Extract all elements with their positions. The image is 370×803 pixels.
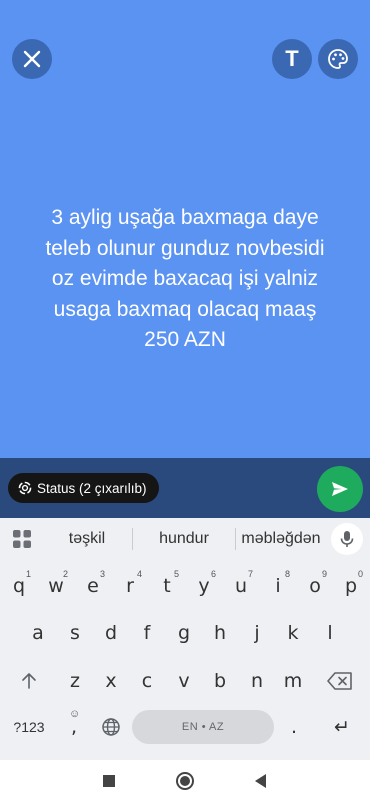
- key-d[interactable]: d: [93, 615, 129, 651]
- key-l[interactable]: l: [312, 615, 348, 651]
- shift-arrow-icon: [22, 673, 36, 689]
- recent-apps-button[interactable]: [97, 769, 121, 793]
- status-canvas[interactable]: T 3 aylig uşağa baxmaga daye teleb olunu…: [0, 0, 370, 458]
- key-h[interactable]: h: [202, 615, 238, 651]
- key-b[interactable]: b: [202, 663, 238, 699]
- globe-icon: [102, 718, 120, 736]
- key-u[interactable]: 7u: [223, 568, 259, 604]
- key-label: t: [163, 575, 171, 597]
- status-text-line: 3 aylig uşağa baxmaga daye: [51, 206, 319, 229]
- home-button[interactable]: [173, 769, 197, 793]
- key-o[interactable]: 9o: [297, 568, 333, 604]
- status-text-line: oz evimde baxacaq işi yalniz: [51, 267, 319, 290]
- key-e[interactable]: 3e: [75, 568, 111, 604]
- status-text-line: 250 AZN: [144, 328, 226, 351]
- key-g[interactable]: g: [166, 615, 202, 651]
- key-r[interactable]: 4r: [112, 568, 148, 604]
- key-hint: 1: [25, 569, 31, 579]
- key-label: r: [126, 575, 134, 597]
- key-label: u: [234, 575, 248, 597]
- square-icon: [103, 775, 115, 787]
- close-button[interactable]: [12, 39, 52, 79]
- suggestion-strip: təşkil hundur məbləğdən: [0, 518, 370, 560]
- symbols-key[interactable]: ?123: [6, 710, 52, 744]
- backspace-icon: [327, 672, 352, 690]
- audience-bar: Status (2 çıxarılıb): [0, 458, 370, 518]
- key-q[interactable]: 1q: [1, 568, 37, 604]
- key-label: e: [87, 575, 99, 597]
- status-text-line: usaga baxmaq olacaq maaş: [53, 297, 317, 321]
- key-x[interactable]: x: [93, 663, 129, 699]
- key-z[interactable]: z: [57, 663, 93, 699]
- status-audience-chip[interactable]: Status (2 çıxarılıb): [8, 473, 159, 503]
- shift-key[interactable]: [10, 663, 48, 699]
- space-label: EN • AZ: [181, 721, 225, 733]
- comma-key[interactable]: ☺,: [57, 708, 91, 744]
- language-key[interactable]: [94, 710, 128, 744]
- suggestion-item[interactable]: hundur: [133, 518, 235, 560]
- key-j[interactable]: j: [239, 615, 275, 651]
- period-key[interactable]: .: [280, 710, 308, 744]
- key-a[interactable]: a: [20, 615, 56, 651]
- key-v[interactable]: v: [166, 663, 202, 699]
- text-style-label: T: [285, 46, 299, 71]
- key-w[interactable]: 2w: [38, 568, 74, 604]
- status-ring-icon: [18, 481, 32, 495]
- key-hint: 6: [210, 569, 216, 579]
- key-hint: 9: [321, 569, 327, 579]
- key-hint: 3: [99, 569, 105, 579]
- send-button[interactable]: [317, 466, 363, 512]
- key-f[interactable]: f: [129, 615, 165, 651]
- key-label: y: [198, 575, 210, 597]
- home-circle-icon: [176, 772, 194, 790]
- suggestion-item[interactable]: məbləğdən: [236, 518, 326, 560]
- key-hint: 2: [62, 569, 68, 579]
- backspace-key[interactable]: [320, 663, 360, 699]
- key-m[interactable]: m: [275, 663, 311, 699]
- key-k[interactable]: k: [275, 615, 311, 651]
- back-triangle-icon: [255, 774, 266, 788]
- key-s[interactable]: s: [57, 615, 93, 651]
- apps-grid-icon[interactable]: [12, 529, 32, 549]
- voice-input-button[interactable]: [331, 523, 363, 555]
- emoji-hint: ☺: [69, 708, 81, 720]
- status-text[interactable]: 3 aylig uşağa baxmaga daye teleb olunur …: [20, 203, 350, 356]
- enter-key[interactable]: ↵: [322, 710, 362, 744]
- key-y[interactable]: 6y: [186, 568, 222, 604]
- key-hint: 8: [284, 569, 290, 579]
- text-style-button[interactable]: T: [272, 39, 312, 79]
- key-label: w: [48, 575, 64, 597]
- color-palette-button[interactable]: [318, 39, 358, 79]
- status-chip-label: Status (2 çıxarılıb): [37, 480, 147, 496]
- palette-icon: [328, 49, 348, 69]
- key-t[interactable]: 5t: [149, 568, 185, 604]
- suggestion-item[interactable]: təşkil: [42, 518, 132, 560]
- key-n[interactable]: n: [239, 663, 275, 699]
- send-icon: [332, 482, 348, 496]
- microphone-icon: [340, 531, 354, 547]
- system-nav-bar: [0, 760, 370, 803]
- key-hint: 0: [357, 569, 363, 579]
- key-label: i: [275, 575, 281, 597]
- key-label: p: [344, 575, 358, 597]
- key-hint: 7: [247, 569, 253, 579]
- key-hint: 5: [173, 569, 179, 579]
- key-c[interactable]: c: [129, 663, 165, 699]
- key-hint: 4: [136, 569, 142, 579]
- space-key[interactable]: EN • AZ: [132, 710, 274, 744]
- status-text-line: teleb olunur gunduz novbesidi: [45, 236, 325, 260]
- key-p[interactable]: 0p: [333, 568, 369, 604]
- key-label: q: [12, 575, 26, 597]
- keyboard: təşkil hundur məbləğdən 1q 2w 3e 4r 5t 6…: [0, 518, 370, 760]
- close-icon: [23, 50, 41, 68]
- key-i[interactable]: 8i: [260, 568, 296, 604]
- key-label: o: [309, 575, 321, 597]
- back-button[interactable]: [249, 769, 273, 793]
